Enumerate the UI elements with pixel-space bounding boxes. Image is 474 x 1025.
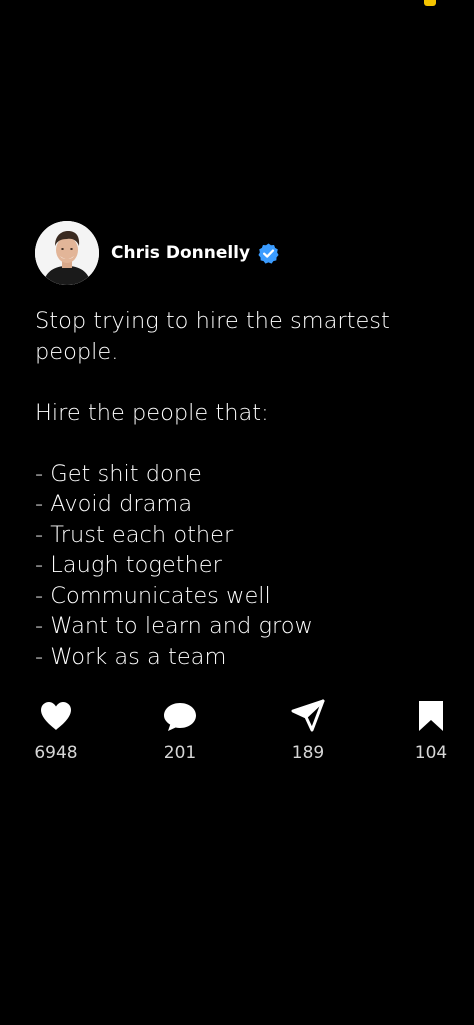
author: Chris Donnelly [111, 242, 280, 265]
post-paragraph: Hire the people that: [35, 399, 269, 426]
post-paragraph: Stop trying to hire the smartest people. [35, 308, 390, 365]
heart-icon[interactable] [38, 698, 74, 734]
list-item: - Avoid drama [35, 491, 193, 517]
bookmark-icon[interactable] [413, 698, 449, 734]
send-icon[interactable] [290, 698, 326, 734]
post-header: Chris Donnelly [35, 221, 280, 285]
share-count: 189 [291, 743, 325, 763]
comment-button[interactable]: 201 [145, 698, 215, 763]
verified-badge-icon [257, 242, 280, 265]
list-item: - Work as a team [35, 643, 227, 670]
like-button[interactable]: 6948 [21, 698, 91, 763]
like-count: 6948 [34, 743, 78, 763]
comment-icon[interactable] [162, 698, 198, 734]
list-item: - Communicates well [35, 582, 271, 609]
action-bar: 6948 201 189 104 [0, 698, 474, 778]
list-item: - Trust each other [35, 521, 234, 548]
bookmark-button[interactable]: 104 [396, 698, 466, 763]
bookmark-count: 104 [414, 743, 448, 763]
status-indicator [424, 0, 436, 6]
list-item: - Get shit done [35, 460, 202, 487]
list-item: - Want to learn and grow [35, 613, 313, 639]
author-name[interactable]: Chris Donnelly [111, 243, 250, 263]
avatar[interactable] [35, 221, 99, 285]
share-button[interactable]: 189 [273, 698, 343, 763]
comment-count: 201 [163, 743, 197, 763]
post-body: Stop trying to hire the smartest people.… [35, 306, 455, 672]
list-item: - Laugh together [35, 552, 222, 578]
